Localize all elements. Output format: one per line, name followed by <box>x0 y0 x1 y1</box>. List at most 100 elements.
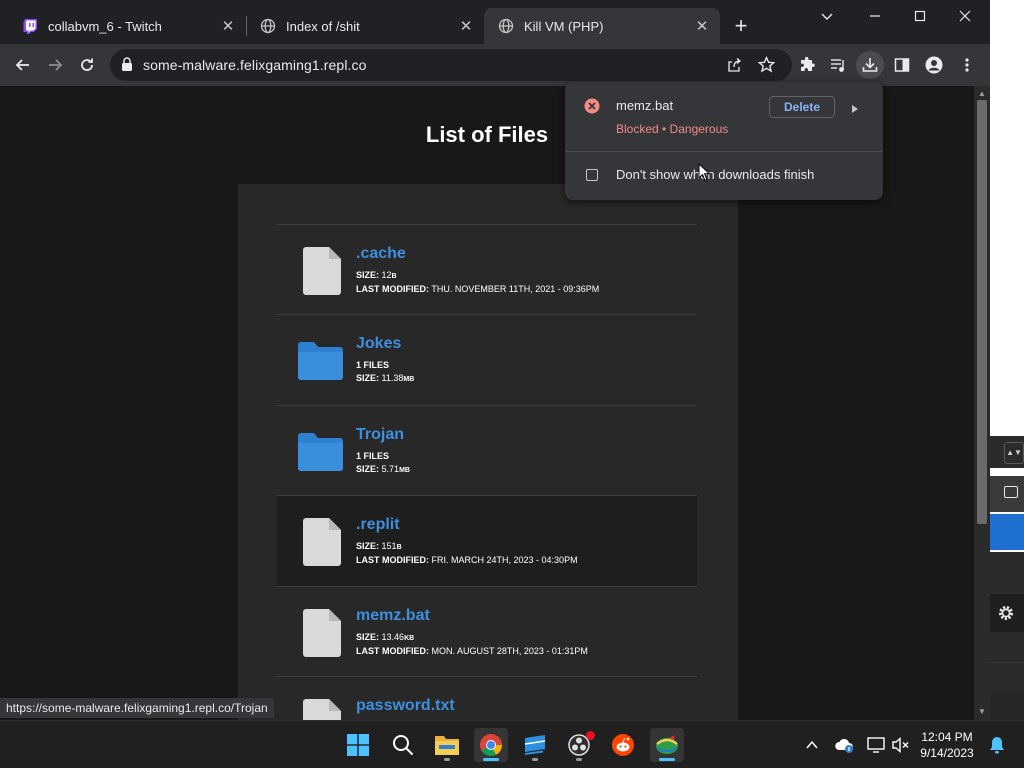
reload-button[interactable] <box>73 51 101 79</box>
scroll-down-arrow-icon[interactable]: ▼ <box>974 704 990 718</box>
file-icon <box>303 699 341 720</box>
file-row-replit[interactable]: .replit SIZE: 151B LAST MODIFIED: FRI. M… <box>277 495 697 586</box>
delete-button[interactable]: Delete <box>769 96 835 118</box>
folder-name-link[interactable]: Trojan <box>356 426 404 444</box>
minimize-button[interactable] <box>860 6 890 26</box>
file-size: SIZE: 11.38MB <box>356 373 414 383</box>
monitor-icon[interactable] <box>866 735 886 755</box>
lock-icon[interactable] <box>121 57 133 77</box>
forward-button[interactable] <box>41 51 69 79</box>
show-hidden-icons-chevron-icon[interactable] <box>802 735 822 755</box>
onedrive-cloud-icon[interactable] <box>834 735 854 755</box>
file-row-cache[interactable]: .cache SIZE: 12B LAST MODIFIED: THU. NOV… <box>277 224 697 315</box>
size-value: 12 <box>381 270 392 280</box>
mouse-cursor-icon <box>698 163 710 182</box>
reddit-icon[interactable] <box>606 728 640 762</box>
globe-icon <box>498 18 514 34</box>
size-value: 5.71 <box>381 464 400 474</box>
folder-name-link[interactable]: Jokes <box>356 335 401 353</box>
speaker-muted-icon[interactable] <box>891 735 911 755</box>
file-size: SIZE: 12B <box>356 270 397 280</box>
file-name-link[interactable]: .cache <box>356 245 406 263</box>
chevron-right-icon[interactable] <box>851 101 859 119</box>
system-clock[interactable]: 12:04 PM 9/14/2023 <box>912 729 982 761</box>
file-count: 1 FILES <box>356 451 389 461</box>
file-icon <box>303 609 341 657</box>
size-label: SIZE: <box>356 632 380 642</box>
file-list: .cache SIZE: 12B LAST MODIFIED: THU. NOV… <box>238 184 738 720</box>
close-icon[interactable]: ✕ <box>458 18 474 35</box>
notification-bell-icon[interactable] <box>987 735 1007 755</box>
running-indicator <box>532 758 538 761</box>
running-indicator <box>483 758 499 761</box>
address-bar[interactable]: some-malware.felixgaming1.repl.co <box>110 49 792 81</box>
running-indicator <box>659 758 675 761</box>
share-icon[interactable] <box>726 57 742 78</box>
extensions-icon[interactable] <box>793 51 821 79</box>
dont-show-label[interactable]: Don't show when downloads finish <box>616 167 814 182</box>
file-row-trojan[interactable]: Trojan 1 FILES SIZE: 5.71MB <box>277 405 697 496</box>
panel-strip <box>990 552 1024 594</box>
close-window-button[interactable] <box>950 6 980 26</box>
spinner-arrows-icon[interactable]: ▲▼ <box>1004 442 1024 464</box>
file-name-link[interactable]: .replit <box>356 516 400 534</box>
menu-kebab-icon[interactable] <box>953 51 981 79</box>
file-row-password-txt[interactable]: password.txt <box>277 676 697 720</box>
download-file-name: memz.bat <box>616 98 674 113</box>
profile-avatar[interactable] <box>920 51 948 79</box>
modified-label: LAST MODIFIED: <box>356 555 429 565</box>
size-value: 151 <box>381 541 397 551</box>
downloads-button[interactable] <box>856 51 884 79</box>
close-icon[interactable]: ✕ <box>220 18 236 35</box>
scroll-up-arrow-icon[interactable]: ▲ <box>974 86 990 100</box>
tab-twitch[interactable]: collabvm_6 - Twitch ✕ <box>8 8 246 44</box>
start-button[interactable] <box>341 728 375 762</box>
bookmark-star-icon[interactable] <box>757 55 776 78</box>
clock-date: 9/14/2023 <box>920 746 974 760</box>
tab-index-of-shit[interactable]: Index of /shit ✕ <box>246 8 484 44</box>
tab-title: Index of /shit <box>286 18 360 34</box>
window-icon[interactable] <box>1004 486 1018 498</box>
close-icon[interactable]: ✕ <box>694 18 710 35</box>
file-row-jokes[interactable]: Jokes 1 FILES SIZE: 11.38MB <box>277 314 697 405</box>
file-name-link[interactable]: memz.bat <box>356 607 430 625</box>
search-icon[interactable] <box>386 728 420 762</box>
file-icon <box>303 518 341 566</box>
file-size: SIZE: 5.71MB <box>356 464 410 474</box>
size-value: 11.38 <box>381 373 404 383</box>
modified-label: LAST MODIFIED: <box>356 284 429 294</box>
url-text[interactable]: some-malware.felixgaming1.repl.co <box>143 57 367 73</box>
size-label: SIZE: <box>356 541 380 551</box>
file-icon <box>303 247 341 295</box>
file-row-memz-bat[interactable]: memz.bat SIZE: 13.46KB LAST MODIFIED: MO… <box>277 586 697 677</box>
chrome-icon[interactable] <box>474 728 508 762</box>
panel-strip <box>990 692 1024 720</box>
browser-toolbar: some-malware.felixgaming1.repl.co <box>0 44 990 86</box>
modified-label: LAST MODIFIED: <box>356 646 429 656</box>
modified-value: MON. AUGUST 28TH, 2023 - 01:31PM <box>431 646 588 656</box>
tab-kill-vm[interactable]: Kill VM (PHP) ✕ <box>484 8 720 44</box>
page-scrollbar[interactable]: ▲ ▼ <box>974 86 990 720</box>
tab-title: Kill VM (PHP) <box>524 18 604 34</box>
file-explorer-icon[interactable] <box>430 728 464 762</box>
side-panel-icon[interactable] <box>888 51 916 79</box>
browser-window: collabvm_6 - Twitch ✕ Index of /shit ✕ K… <box>0 0 990 720</box>
maximize-button[interactable] <box>905 6 935 26</box>
tab-strip: collabvm_6 - Twitch ✕ Index of /shit ✕ K… <box>0 0 990 44</box>
file-name-link[interactable]: password.txt <box>356 697 455 715</box>
scroll-thumb[interactable] <box>977 100 987 524</box>
folder-icon <box>298 342 343 380</box>
dont-show-checkbox[interactable] <box>586 169 598 181</box>
gear-icon[interactable] <box>998 605 1014 626</box>
obs-icon[interactable] <box>562 728 596 762</box>
count-value: 1 <box>356 451 362 461</box>
selected-item[interactable] <box>990 514 1024 550</box>
link-status-bubble: https://some-malware.felixgaming1.repl.c… <box>0 698 274 718</box>
new-tab-button[interactable]: + <box>730 13 752 38</box>
media-controls-icon[interactable] <box>824 51 852 79</box>
tab-search-icon[interactable] <box>812 6 842 26</box>
network-globe-app-icon[interactable] <box>650 728 684 762</box>
back-button[interactable] <box>9 51 37 79</box>
flag-app-icon[interactable] <box>518 728 552 762</box>
downloads-bubble: memz.bat Blocked • Dangerous Delete Don'… <box>565 82 883 200</box>
